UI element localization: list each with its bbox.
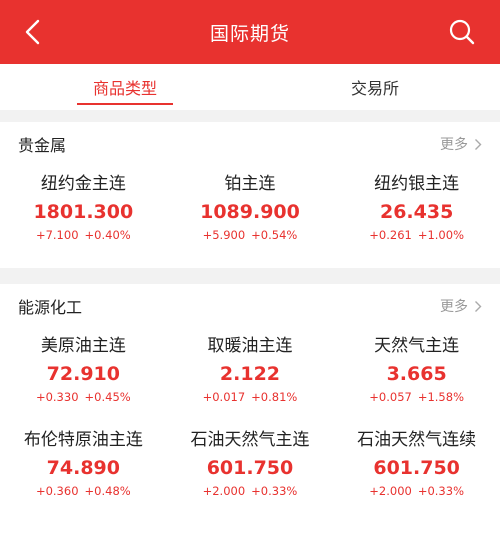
quote-price: 26.435 <box>379 201 454 223</box>
quote-name: 铂主连 <box>224 174 276 194</box>
change-percent: +1.00% <box>417 228 464 242</box>
quote-card[interactable]: 纽约银主连 26.435 +0.261 +1.00% <box>333 166 500 260</box>
quote-name: 纽约金主连 <box>40 174 126 194</box>
more-label: 更多 <box>440 299 468 315</box>
quote-card[interactable]: 纽约金主连 1801.300 +7.100 +0.40% <box>0 166 167 260</box>
chevron-right-icon <box>475 300 482 312</box>
quote-name: 布伦特原油主连 <box>23 430 143 450</box>
quote-card[interactable]: 取暖油主连 2.122 +0.017 +0.81% <box>167 328 334 422</box>
change-value: +0.360 <box>35 484 79 498</box>
quote-card[interactable]: 石油天然气主连 601.750 +2.000 +0.33% <box>167 422 334 516</box>
quote-grid: 纽约金主连 1801.300 +7.100 +0.40% 铂主连 1089.900… <box>0 166 500 260</box>
change-percent: +0.33% <box>251 484 298 498</box>
change-value: +7.100 <box>35 228 79 242</box>
change-value: +2.000 <box>202 484 246 498</box>
change-value: +2.000 <box>369 484 412 498</box>
quote-price: 1089.900 <box>200 201 300 223</box>
more-link[interactable]: 更多 <box>440 296 482 316</box>
change-value: +0.330 <box>35 390 79 404</box>
section-header: 贵金属 更多 <box>0 122 500 166</box>
quote-price: 3.665 <box>386 363 447 385</box>
change-percent: +0.45% <box>84 390 131 404</box>
quote-grid: 美原油主连 72.910 +0.330 +0.45% 取暖油主连 2.122 +0… <box>0 328 500 516</box>
section-energy-chemicals: 能源化工 更多 美原油主连 72.910 +0.330 +0.45% 取暖油主连 … <box>0 284 500 537</box>
back-chevron-icon[interactable] <box>22 18 44 46</box>
tab-commodity-type[interactable]: 商品类型 <box>0 64 250 110</box>
change-percent: +0.54% <box>251 228 298 242</box>
search-icon[interactable] <box>448 18 476 46</box>
quote-change: +0.017 +0.81% <box>203 390 298 404</box>
quote-price: 1801.300 <box>33 201 134 223</box>
change-value: +0.017 <box>202 390 246 404</box>
tab-label: 商品类型 <box>92 79 157 98</box>
change-percent: +0.48% <box>84 484 131 498</box>
chevron-right-icon <box>475 138 482 150</box>
section-title: 贵金属 <box>18 136 67 155</box>
quote-name: 取暖油主连 <box>207 336 293 356</box>
quote-price: 601.750 <box>373 457 460 479</box>
quote-card[interactable]: 铂主连 1089.900 +5.900 +0.54% <box>167 166 334 260</box>
change-percent: +0.40% <box>84 228 131 242</box>
change-value: +5.900 <box>202 228 246 242</box>
change-percent: +1.58% <box>417 390 464 404</box>
quote-card[interactable]: 美原油主连 72.910 +0.330 +0.45% <box>0 328 167 422</box>
change-value: +0.261 <box>369 228 412 242</box>
change-percent: +0.81% <box>251 390 298 404</box>
quote-price: 2.122 <box>219 363 281 385</box>
quote-change: +0.261 +1.00% <box>369 228 464 242</box>
section-header: 能源化工 更多 <box>0 284 500 328</box>
quote-price: 72.910 <box>46 363 120 385</box>
page-title: 国际期货 <box>209 22 290 45</box>
tab-bar: 商品类型 交易所 <box>0 64 500 110</box>
quote-card[interactable]: 天然气主连 3.665 +0.057 +1.58% <box>333 328 500 422</box>
quote-name: 天然气主连 <box>374 336 460 356</box>
quote-name: 石油天然气主连 <box>190 430 310 450</box>
quote-change: +0.057 +1.58% <box>369 390 464 404</box>
change-value: +0.057 <box>369 390 412 404</box>
quote-change: +5.900 +0.54% <box>203 228 298 242</box>
change-percent: +0.33% <box>417 484 464 498</box>
quote-price: 601.750 <box>206 457 294 479</box>
section-title: 能源化工 <box>18 298 83 317</box>
quote-name: 纽约银主连 <box>374 174 460 194</box>
tab-label: 交易所 <box>350 79 399 98</box>
quote-change: +0.330 +0.45% <box>36 390 131 404</box>
section-precious-metals: 贵金属 更多 纽约金主连 1801.300 +7.100 +0.40% 铂主连 1… <box>0 122 500 268</box>
quote-price: 74.890 <box>46 457 120 479</box>
quote-card[interactable]: 石油天然气连续 601.750 +2.000 +0.33% <box>333 422 500 516</box>
quote-change: +2.000 +0.33% <box>369 484 464 498</box>
quote-change: +7.100 +0.40% <box>36 228 131 242</box>
quote-name: 美原油主连 <box>40 336 126 356</box>
app-header: 国际期货 <box>0 0 500 64</box>
quote-change: +0.360 +0.48% <box>36 484 131 498</box>
more-label: 更多 <box>440 137 468 153</box>
quote-card[interactable]: 布伦特原油主连 74.890 +0.360 +0.48% <box>0 422 167 516</box>
tab-exchange[interactable]: 交易所 <box>250 64 500 110</box>
more-link[interactable]: 更多 <box>440 134 482 154</box>
quote-change: +2.000 +0.33% <box>203 484 298 498</box>
quote-name: 石油天然气连续 <box>357 430 477 450</box>
